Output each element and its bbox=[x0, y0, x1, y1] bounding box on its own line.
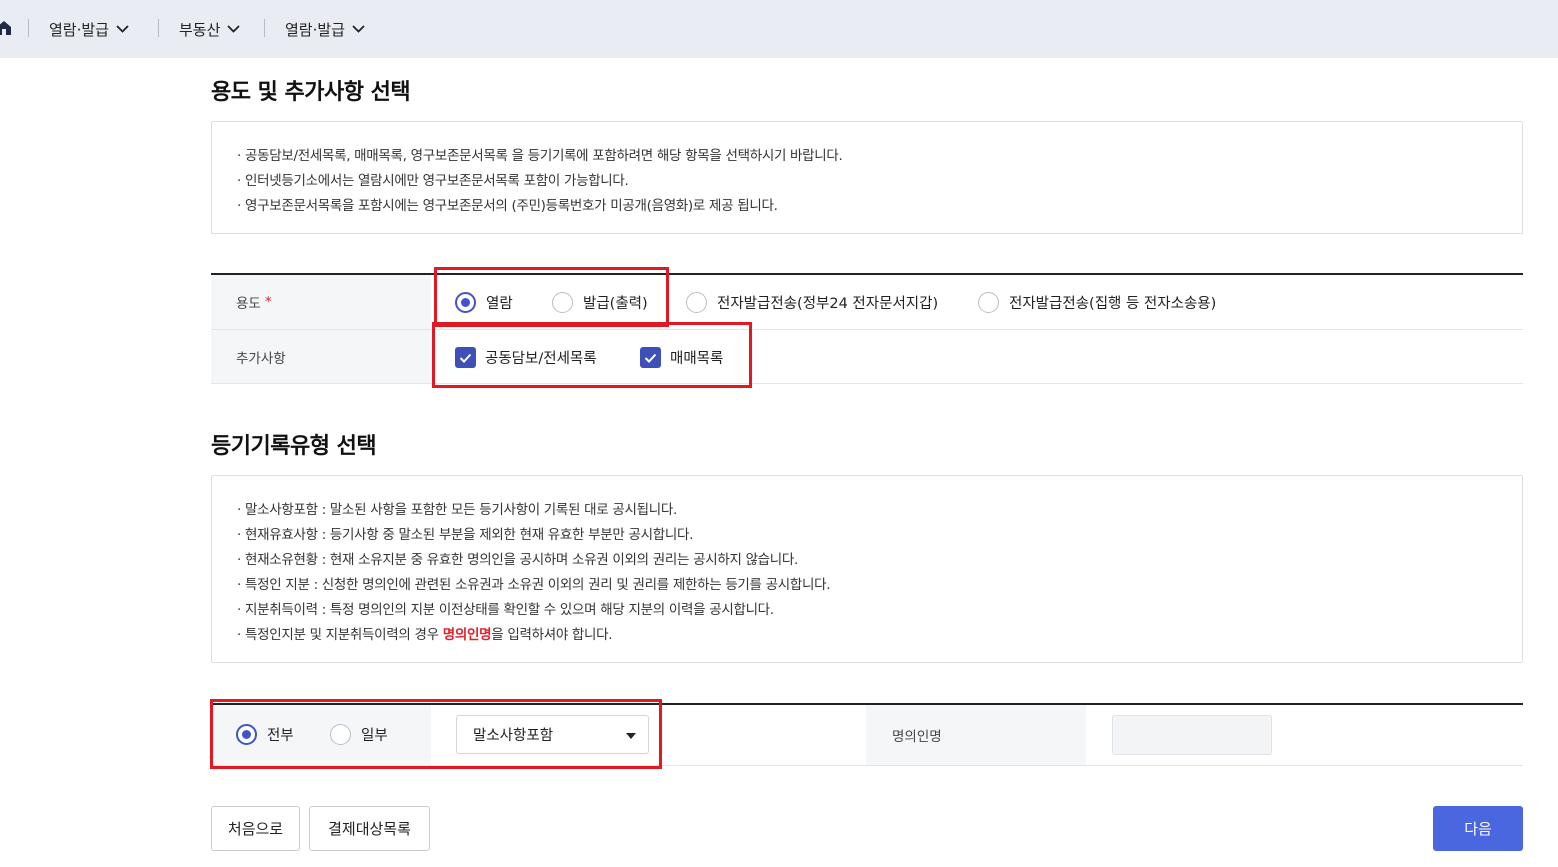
extras-checkbox-mortgage-lease[interactable]: 공동담보/전세목록 bbox=[455, 347, 597, 368]
purpose-radio-e-issue-court[interactable]: 전자발급전송(집행 등 전자소송용) bbox=[978, 292, 1216, 313]
purpose-info-box: · 공동담보/전세목록, 매매목록, 영구보존문서목록 을 등기기록에 포함하려… bbox=[211, 121, 1523, 234]
radio-circle bbox=[455, 292, 476, 313]
required-mark: * bbox=[264, 294, 272, 310]
purpose-label-text: 용도 bbox=[236, 296, 261, 312]
nav-item-label: 부동산 bbox=[179, 20, 221, 39]
owner-name-input[interactable] bbox=[1112, 715, 1272, 755]
info-note: · 말소사항포함 : 말소된 사항을 포함한 모든 등기사항이 기록된 대로 공… bbox=[237, 502, 677, 518]
info-note: · 지분취득이력 : 특정 명의인의 지분 이전상태를 확인할 수 있으며 해당… bbox=[237, 602, 774, 618]
info-note: · 현재유효사항 : 등기사항 중 말소된 부분을 제외한 현재 유효한 부분만… bbox=[237, 527, 694, 543]
nav-item-view-issue-sub[interactable]: 열람·발급 bbox=[285, 17, 365, 41]
purpose-row: 용도 * 열람 발급(출력) 전자발급전송(정부24 전자문서지갑) 전자발급전송… bbox=[211, 275, 1523, 330]
info-note-owner-name: · 특정인지분 및 지분취득이력의 경우 명의인명을 입력하셔야 합니다. bbox=[237, 623, 613, 643]
radio-label: 전자발급전송(집행 등 전자소송용) bbox=[1009, 296, 1217, 312]
info-note: · 현재소유현황 : 현재 소유지분 중 유효한 명의인을 공시하며 소유권 이… bbox=[237, 552, 799, 568]
purpose-radio-issue[interactable]: 발급(출력) bbox=[552, 292, 648, 313]
note-text: 을 입력하셔야 합니다. bbox=[491, 627, 613, 643]
checkbox-box bbox=[640, 347, 661, 368]
info-note: · 영구보존문서목록을 포함시에는 영구보존문서의 (주민)등록번호가 미공개(… bbox=[237, 198, 778, 214]
scope-radio-partial[interactable]: 일부 bbox=[330, 724, 388, 745]
select-value: 말소사항포함 bbox=[473, 728, 554, 744]
check-icon bbox=[644, 353, 657, 363]
extras-checkbox-sales-list[interactable]: 매매목록 bbox=[640, 347, 723, 368]
radio-label: 열람 bbox=[486, 296, 513, 312]
radio-circle bbox=[330, 724, 351, 745]
note-highlight: 명의인명 bbox=[442, 627, 492, 643]
radio-circle bbox=[236, 724, 257, 745]
checkbox-box bbox=[455, 347, 476, 368]
chevron-down-icon bbox=[227, 25, 241, 33]
purpose-label: 용도 * bbox=[211, 275, 431, 329]
nav-item-real-estate[interactable]: 부동산 bbox=[179, 17, 241, 41]
record-type-select[interactable]: 말소사항포함 bbox=[456, 715, 649, 754]
radio-label: 발급(출력) bbox=[583, 296, 648, 312]
owner-name-label: 명의인명 bbox=[866, 705, 1086, 765]
top-navigation: 열람·발급 부동산 열람·발급 bbox=[0, 0, 1558, 58]
purpose-radio-view[interactable]: 열람 bbox=[455, 292, 513, 313]
radio-circle bbox=[686, 292, 707, 313]
record-type-info-box: · 말소사항포함 : 말소된 사항을 포함한 모든 등기사항이 기록된 대로 공… bbox=[211, 475, 1523, 663]
section-title-record-type: 등기기록유형 선택 bbox=[211, 434, 377, 459]
chevron-down-icon bbox=[116, 25, 129, 33]
reset-button[interactable]: 처음으로 bbox=[211, 806, 300, 851]
info-note: · 특정인 지분 : 신청한 명의인에 관련된 소유권과 소유권 이외의 권리 … bbox=[237, 577, 831, 593]
nav-item-label: 열람·발급 bbox=[285, 20, 345, 39]
nav-divider bbox=[264, 19, 265, 37]
nav-divider bbox=[28, 19, 29, 37]
section-title-purpose: 용도 및 추가사항 선택 bbox=[211, 80, 411, 105]
next-button[interactable]: 다음 bbox=[1433, 806, 1523, 851]
radio-label: 일부 bbox=[361, 728, 388, 744]
extras-row: 추가사항 공동담보/전세목록 매매목록 bbox=[211, 330, 1523, 384]
nav-divider bbox=[158, 19, 159, 37]
note-text: · 특정인지분 및 지분취득이력의 경우 bbox=[237, 627, 443, 643]
nav-item-view-issue[interactable]: 열람·발급 bbox=[49, 17, 129, 41]
info-note: · 인터넷등기소에서는 열람시에만 영구보존문서목록 포함이 가능합니다. bbox=[237, 173, 629, 189]
purpose-radio-e-issue-gov24[interactable]: 전자발급전송(정부24 전자문서지갑) bbox=[686, 292, 938, 313]
scope-radio-all[interactable]: 전부 bbox=[236, 724, 294, 745]
radio-circle bbox=[552, 292, 573, 313]
chevron-down-icon bbox=[352, 25, 365, 33]
extras-label: 추가사항 bbox=[211, 330, 431, 383]
radio-label: 전자발급전송(정부24 전자문서지갑) bbox=[717, 296, 939, 312]
radio-label: 전부 bbox=[267, 728, 294, 744]
checkbox-label: 공동담보/전세목록 bbox=[485, 351, 597, 367]
radio-circle bbox=[978, 292, 999, 313]
nav-item-label: 열람·발급 bbox=[49, 20, 109, 39]
record-type-row: 전부 일부 말소사항포함 명의인명 bbox=[211, 705, 1523, 766]
home-icon[interactable] bbox=[0, 20, 12, 36]
check-icon bbox=[459, 353, 472, 363]
checkbox-label: 매매목록 bbox=[670, 351, 724, 367]
payment-list-button[interactable]: 결제대상목록 bbox=[309, 806, 430, 851]
caret-down-icon bbox=[626, 733, 636, 739]
info-note: · 공동담보/전세목록, 매매목록, 영구보존문서목록 을 등기기록에 포함하려… bbox=[237, 148, 843, 164]
